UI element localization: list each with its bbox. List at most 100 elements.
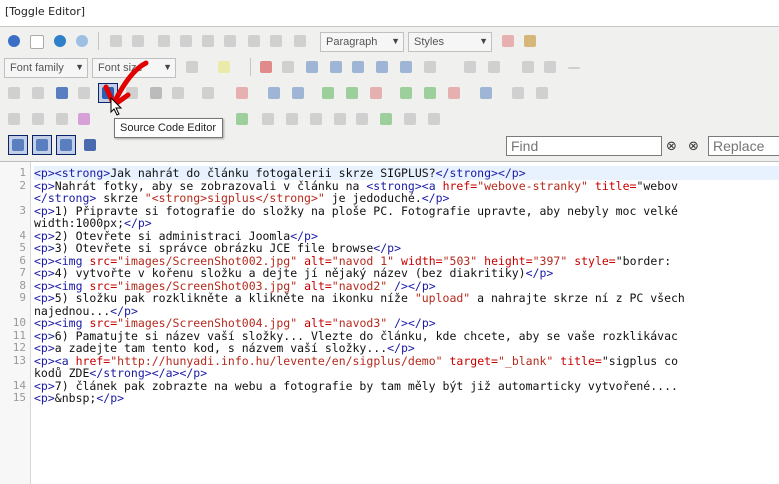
styles-select[interactable]: Styles ▼: [408, 32, 492, 52]
brush-icon: [524, 35, 536, 47]
undo-icon: [54, 35, 66, 47]
align-center-button[interactable]: [220, 31, 240, 51]
source-code-editor[interactable]: 1 2 3 4 5 6 7 8 9 10 11 12 13 14 15 <p><strong>Jak nah…: [0, 161, 779, 484]
paste-text-icon: [330, 61, 342, 73]
chevron-down-icon: ▼: [75, 62, 84, 72]
replace-input[interactable]: [708, 136, 779, 156]
spellcheck-icon: [172, 87, 184, 99]
table-props-button[interactable]: [476, 83, 496, 103]
linenumbers-toggle-button[interactable]: [32, 135, 52, 155]
table-icon: [268, 87, 280, 99]
acronym-button[interactable]: [74, 109, 94, 129]
blockquote-button[interactable]: [420, 57, 440, 77]
table-button-2[interactable]: [288, 83, 308, 103]
table-row-icon: [370, 87, 382, 99]
paragraph-icon: [32, 87, 44, 99]
blockquote-icon: [424, 61, 436, 73]
cut-button[interactable]: [256, 57, 276, 77]
outdent-button[interactable]: [396, 57, 416, 77]
spellcheck-button[interactable]: [168, 83, 188, 103]
find-binoculars-icon[interactable]: ⊗: [666, 139, 682, 155]
attributes-button[interactable]: [28, 109, 48, 129]
strikethrough-icon: [180, 35, 192, 47]
wrap-toggle-button[interactable]: [56, 135, 76, 155]
paste-word-button[interactable]: [348, 57, 368, 77]
undo-button[interactable]: [50, 31, 70, 51]
find-input[interactable]: [506, 136, 662, 156]
upload-icon: [262, 113, 274, 125]
new-document-button[interactable]: [26, 31, 46, 51]
table-row-icon: [322, 87, 334, 99]
upload-button[interactable]: [258, 109, 278, 129]
unlink-icon: [236, 87, 248, 99]
toggle-editor-link[interactable]: [Toggle Editor]: [5, 5, 85, 18]
cell-button-2[interactable]: [532, 83, 552, 103]
align-justify-button[interactable]: [198, 31, 218, 51]
paste-text-button[interactable]: [326, 57, 346, 77]
image-button[interactable]: [232, 109, 252, 129]
replace-binoculars-icon[interactable]: ⊗: [688, 139, 704, 155]
button-element-button[interactable]: [424, 109, 444, 129]
underline-button[interactable]: [154, 31, 174, 51]
align-left-button[interactable]: [244, 31, 264, 51]
table-row-button-3[interactable]: [366, 83, 386, 103]
highlight-toggle-button[interactable]: [8, 135, 28, 155]
insert-form-button[interactable]: [306, 109, 326, 129]
font-family-select[interactable]: Font family ▼: [4, 58, 88, 78]
input-field-button[interactable]: [330, 109, 350, 129]
format-select-label: Paragraph: [326, 36, 378, 48]
format-select[interactable]: Paragraph ▼: [320, 32, 404, 52]
indent-button[interactable]: [372, 57, 392, 77]
wrap-icon: [60, 139, 72, 151]
visual-aid-button[interactable]: [74, 83, 94, 103]
separator: [98, 32, 99, 50]
clear-formatting-button[interactable]: [290, 31, 310, 51]
chevron-down-icon: ▼: [163, 62, 172, 72]
format-code-button[interactable]: [80, 135, 100, 155]
abbr-button[interactable]: [52, 109, 72, 129]
highlight-color-button[interactable]: [214, 57, 234, 77]
paragraph-left-button[interactable]: [4, 83, 24, 103]
cell-button-1[interactable]: [508, 83, 528, 103]
special-char-button[interactable]: [540, 57, 560, 77]
separator: [250, 58, 251, 76]
eraser-button[interactable]: [498, 31, 518, 51]
align-right-button[interactable]: [266, 31, 286, 51]
omega-icon: [544, 61, 556, 73]
superscript-button[interactable]: [484, 57, 504, 77]
form-icon: [310, 113, 322, 125]
spellcheck-abc-button[interactable]: [352, 109, 372, 129]
table-row-button-2[interactable]: [342, 83, 362, 103]
textarea-button[interactable]: [400, 109, 420, 129]
insert-link-button[interactable]: [198, 83, 218, 103]
table-props-icon: [480, 87, 492, 99]
paragraph-right-button[interactable]: [28, 83, 48, 103]
strikethrough-button[interactable]: [176, 31, 196, 51]
brush-button[interactable]: [520, 31, 540, 51]
italic-button[interactable]: [128, 31, 148, 51]
horizontal-rule-button[interactable]: [564, 57, 584, 77]
table-button-1[interactable]: [264, 83, 284, 103]
text-color-icon: [186, 61, 198, 73]
font-family-label: Font family: [10, 62, 64, 74]
style-props-button[interactable]: [4, 109, 24, 129]
code-sample-button[interactable]: [518, 57, 538, 77]
table-col-button-2[interactable]: [420, 83, 440, 103]
copy-button[interactable]: [278, 57, 298, 77]
paste-button[interactable]: [302, 57, 322, 77]
checkbox-button[interactable]: [376, 109, 396, 129]
text-color-button[interactable]: [182, 57, 202, 77]
layer-button[interactable]: [282, 109, 302, 129]
redo-button[interactable]: [72, 31, 92, 51]
attributes-icon: [32, 113, 44, 125]
remove-link-button[interactable]: [232, 83, 252, 103]
subscript-icon: [464, 61, 476, 73]
table-col-button-1[interactable]: [396, 83, 416, 103]
help-button[interactable]: [4, 31, 24, 51]
fullscreen-button[interactable]: [52, 83, 72, 103]
table-row-button-1[interactable]: [318, 83, 338, 103]
subscript-button[interactable]: [460, 57, 480, 77]
bold-button[interactable]: [106, 31, 126, 51]
table-col-button-3[interactable]: [444, 83, 464, 103]
code-sample-icon: [522, 61, 534, 73]
